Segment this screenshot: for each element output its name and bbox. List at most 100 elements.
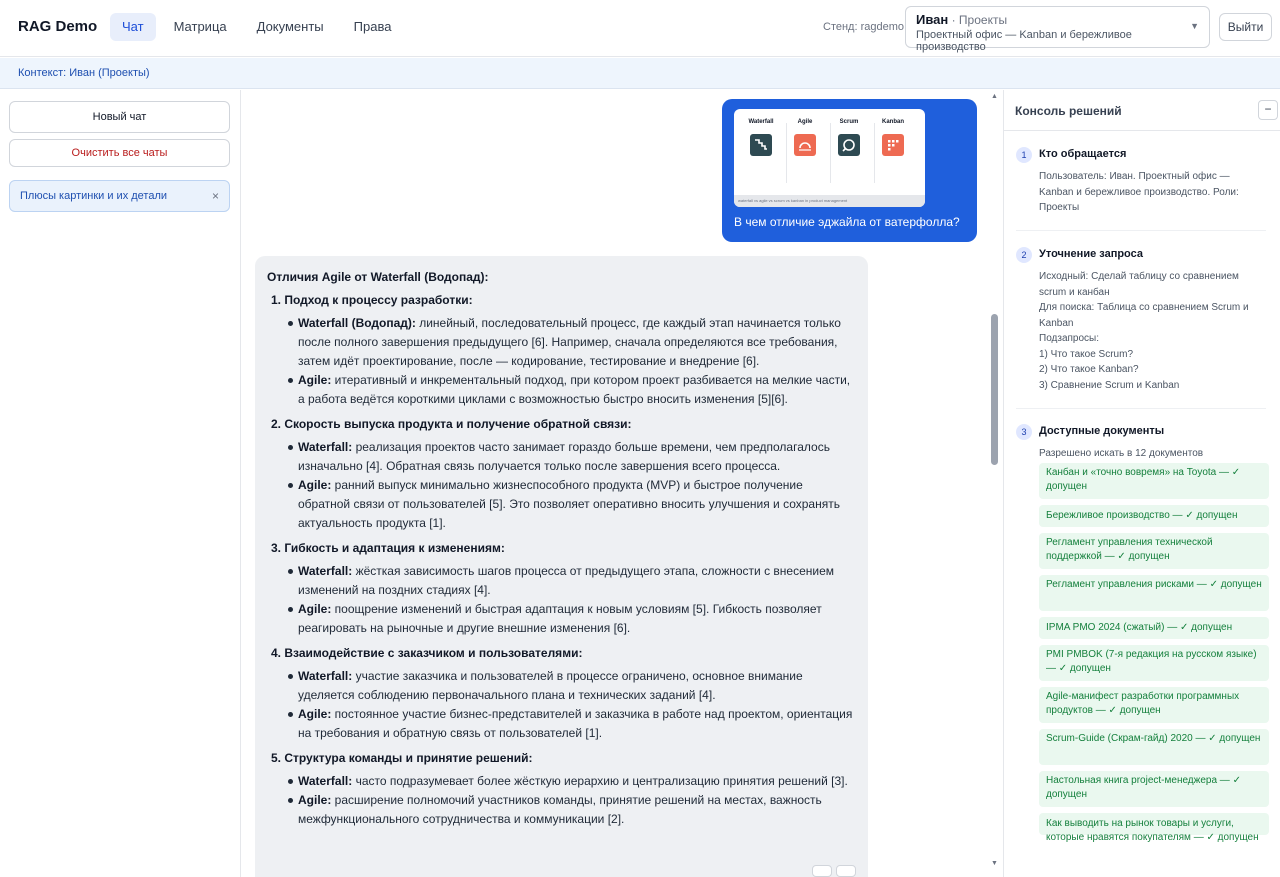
user-separator: · xyxy=(948,13,959,27)
nav-chat[interactable]: Чат xyxy=(110,13,156,41)
stand-label: Стенд: ragdemo xyxy=(823,21,904,33)
item-text: участие заказчика и пользователей в проц… xyxy=(298,669,803,702)
step-line: Для поиска: Таблица со сравнением Scrum … xyxy=(1039,302,1249,329)
item-text: постоянное участие бизнес-представителей… xyxy=(298,707,853,740)
context-bar: Контекст: Иван (Проекты) xyxy=(0,58,1280,89)
message-actions xyxy=(812,865,860,877)
list-item: Waterfall: часто подразумевает более жёс… xyxy=(288,772,856,791)
list-item: Agile: постоянное участие бизнес-предста… xyxy=(288,705,856,743)
top-bar: RAG Demo Чат Матрица Документы Права Сте… xyxy=(0,0,1280,57)
section-heading: 5. Структура команды и принятие решений: xyxy=(271,751,533,765)
new-chat-button[interactable]: Новый чат xyxy=(9,101,230,133)
section-heading: 3. Гибкость и адаптация к изменениям: xyxy=(271,541,505,555)
document-item[interactable]: PMI PMBOK (7-я редакция на русском языке… xyxy=(1039,645,1269,681)
scrollbar-thumb[interactable] xyxy=(991,314,998,465)
image-column-label: Waterfall xyxy=(748,119,774,125)
answer-section: 1. Подход к процессу разработки: Waterfal… xyxy=(267,291,856,409)
document-item[interactable]: Регламент управления технической поддерж… xyxy=(1039,533,1269,569)
user-office: Проектный офис — Kanban и бережливое про… xyxy=(916,29,1132,53)
step-number: 2 xyxy=(1016,247,1032,263)
image-column-scrum: Scrum xyxy=(828,119,870,156)
section-heading: 1. Подход к процессу разработки: xyxy=(271,293,473,307)
document-list: Канбан и «точно вовремя» на Toyota — ✓ д… xyxy=(1039,463,1269,843)
image-column-label: Kanban xyxy=(881,119,904,125)
brand-title: RAG Demo xyxy=(18,18,98,35)
step-line: Пользователь: Иван. Проектный офис — Kan… xyxy=(1039,171,1239,213)
section-list: Waterfall: часто подразумевает более жёс… xyxy=(267,772,856,829)
user-profile-select[interactable]: Иван · Проекты Проектный офис — Kanban и… xyxy=(905,6,1210,53)
clear-all-chats-button[interactable]: Очистить все чаты xyxy=(9,139,230,167)
item-term: Waterfall (Водопад): xyxy=(298,316,416,330)
console-title: Консоль решений xyxy=(1015,104,1122,118)
document-item[interactable]: Как выводить на рынок товары и услуги, к… xyxy=(1039,813,1269,843)
document-item[interactable]: Регламент управления рисками — ✓ допущен xyxy=(1039,575,1269,611)
step-body: Пользователь: Иван. Проектный офис — Kan… xyxy=(1039,169,1265,216)
nav-rights[interactable]: Права xyxy=(342,13,404,41)
step-line: Исходный: Сделай таблицу со сравнением s… xyxy=(1039,271,1239,298)
item-term: Agile: xyxy=(298,793,332,807)
step-line: 3) Сравнение Scrum и Kanban xyxy=(1039,379,1180,391)
user-line: Иван · Проекты xyxy=(916,12,1199,27)
list-item: Agile: ранний выпуск минимально жизнеспо… xyxy=(288,476,856,533)
item-text: часто подразумевает более жёсткую иерарх… xyxy=(352,774,848,788)
nav-documents[interactable]: Документы xyxy=(245,13,336,41)
step-number: 3 xyxy=(1016,424,1032,440)
divider xyxy=(1016,408,1266,409)
logout-button[interactable]: Выйти xyxy=(1219,13,1272,41)
divider xyxy=(1016,230,1266,231)
document-item[interactable]: IPMA PMO 2024 (сжатый) — ✓ допущен xyxy=(1039,617,1269,639)
list-item: Agile: расширение полномочий участников … xyxy=(288,791,856,829)
answer-title: Отличия Agile от Waterfall (Водопад): xyxy=(267,270,489,284)
image-column-kanban: Kanban xyxy=(872,119,914,156)
image-column-agile: Agile xyxy=(784,119,826,156)
waterfall-icon xyxy=(750,134,772,156)
item-text: реализация проектов часто занимает гораз… xyxy=(298,440,830,473)
document-item[interactable]: Agile-манифест разработки программных пр… xyxy=(1039,687,1269,723)
chat-scrollbar[interactable]: ▲ ▼ xyxy=(989,90,1001,877)
document-item[interactable]: Scrum-Guide (Скрам-гайд) 2020 — ✓ допуще… xyxy=(1039,729,1269,765)
image-footer: waterfall vs agile vs scrum vs kanban in… xyxy=(734,195,925,207)
user-project: Проекты xyxy=(958,13,1008,27)
list-item: Waterfall (Водопад): линейный, последова… xyxy=(288,314,856,371)
item-text: расширение полномочий участников команды… xyxy=(298,793,822,826)
list-item: Waterfall: жёсткая зависимость шагов про… xyxy=(288,562,856,600)
close-icon[interactable]: × xyxy=(212,189,219,203)
chat-sidebar: Новый чат Очистить все чаты Плюсы картин… xyxy=(0,90,241,877)
step-title: Уточнение запроса xyxy=(1039,248,1144,260)
agile-icon xyxy=(794,134,816,156)
step-body: Разрешено искать в 12 документов xyxy=(1039,446,1265,462)
list-item: Agile: поощрение изменений и быстрая ада… xyxy=(288,600,856,638)
scroll-down-icon[interactable]: ▼ xyxy=(991,860,998,867)
image-caption: waterfall vs agile vs scrum vs kanban in… xyxy=(738,198,848,203)
collapse-button[interactable]: − xyxy=(1258,100,1278,120)
context-label: Контекст: Иван (Проекты) xyxy=(18,67,150,79)
answer-section: 5. Структура команды и принятие решений:… xyxy=(267,749,856,829)
chat-list-item[interactable]: Плюсы картинки и их детали × xyxy=(9,180,230,212)
item-term: Waterfall: xyxy=(298,564,353,578)
section-list: Waterfall: участие заказчика и пользоват… xyxy=(267,667,856,743)
section-heading: 4. Взаимодействие с заказчиком и пользов… xyxy=(271,646,583,660)
user-message-text: В чем отличие эджайла от ватерфолла? xyxy=(734,215,960,229)
regenerate-icon[interactable] xyxy=(836,865,856,877)
step-line: 1) Что такое Scrum? xyxy=(1039,348,1134,360)
scroll-up-icon[interactable]: ▲ xyxy=(991,93,998,100)
nav-matrix[interactable]: Матрица xyxy=(162,13,239,41)
step-title: Кто обращается xyxy=(1039,148,1127,160)
decision-console: Консоль решений − 1 Кто обращается Польз… xyxy=(1003,90,1280,877)
copy-icon[interactable] xyxy=(812,865,832,877)
user-name: Иван xyxy=(916,12,949,27)
document-item[interactable]: Канбан и «точно вовремя» на Toyota — ✓ д… xyxy=(1039,463,1269,499)
image-column-label: Scrum xyxy=(839,119,859,125)
item-term: Agile: xyxy=(298,478,332,492)
item-text: ранний выпуск минимально жизнеспособного… xyxy=(298,478,840,530)
attached-image[interactable]: Waterfall Agile Scrum Kanban waterfall v… xyxy=(734,109,925,207)
user-message: Waterfall Agile Scrum Kanban waterfall v… xyxy=(722,99,977,242)
item-term: Agile: xyxy=(298,707,332,721)
item-term: Agile: xyxy=(298,602,332,616)
document-item[interactable]: Настольная книга project-менеджера — ✓ д… xyxy=(1039,771,1269,807)
document-item[interactable]: Бережливое производство — ✓ допущен xyxy=(1039,505,1269,527)
chat-area: Waterfall Agile Scrum Kanban waterfall v… xyxy=(242,90,1002,877)
chevron-down-icon: ▼ xyxy=(1190,21,1199,31)
main-nav: Чат Матрица Документы Права xyxy=(110,13,403,41)
answer-section: 4. Взаимодействие с заказчиком и пользов… xyxy=(267,644,856,743)
